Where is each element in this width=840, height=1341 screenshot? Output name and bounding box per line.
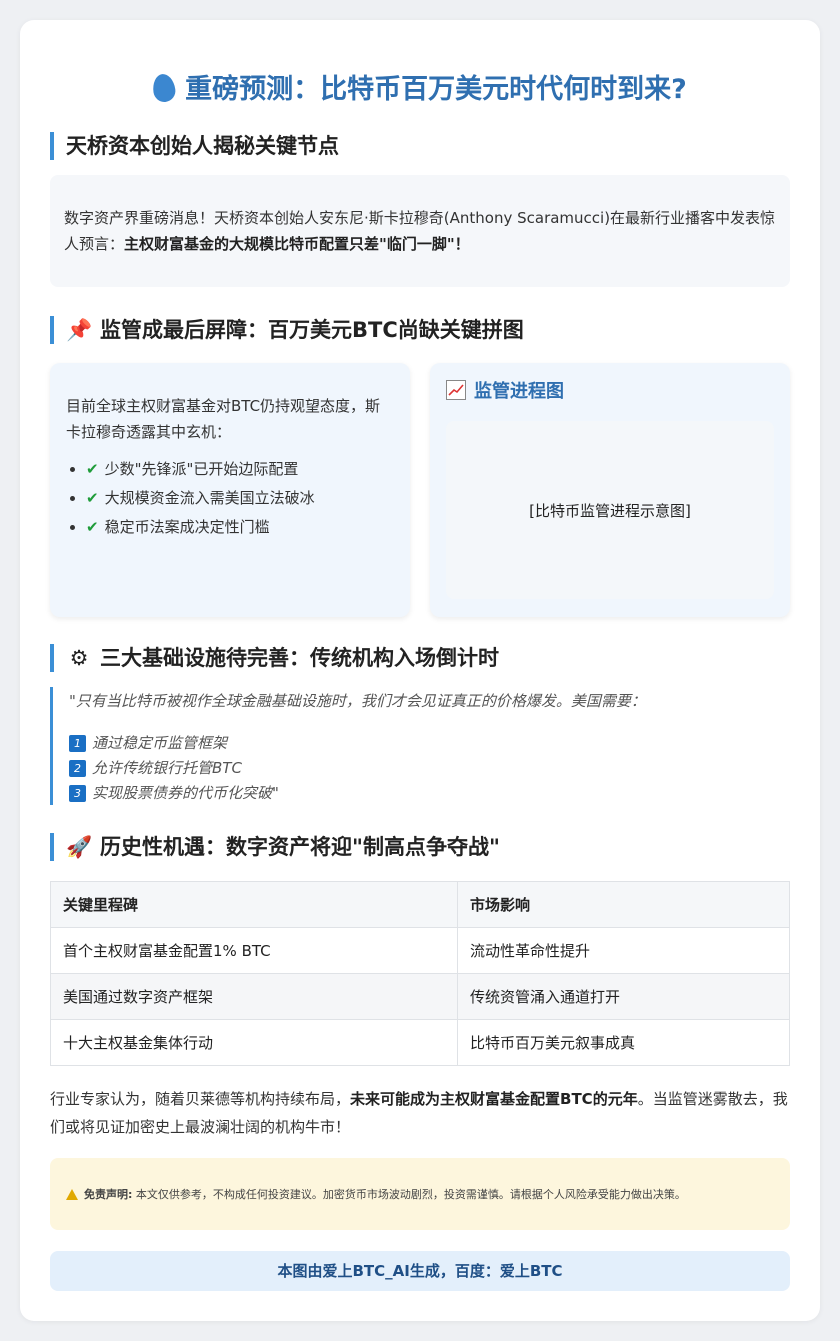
chart-title-text: 监管进程图 [474,381,564,402]
table-row: 首个主权财富基金配置1% BTC 流动性革命性提升 [50,927,790,974]
conclusion-text: 行业专家认为，随着贝莱德等机构持续布局， [50,1090,351,1108]
milestone-table: 关键里程碑 市场影响 首个主权财富基金配置1% BTC 流动性革命性提升 美国通… [50,881,790,1066]
list-item: ✔ 大规模资金流入需美国立法破冰 [86,484,394,513]
flame-icon [151,72,177,104]
footer-banner: 本图由爱上BTC_AI生成，百度：爱上BTC [50,1251,790,1291]
table-cell: 比特币百万美元叙事成真 [457,1019,790,1066]
table-cell: 传统资管涌入通道打开 [457,973,790,1020]
quote-item-text: 允许传统银行托管BTC [92,759,242,777]
quote-text: "只有当比特币被视作全球金融基础设施时，我们才会见证真正的价格爆发。美国需要： [69,692,646,710]
quote-item-text: 实现股票债券的代币化突破" [92,784,279,802]
table-cell: 美国通过数字资产框架 [50,973,458,1020]
table-header-row: 关键里程碑 市场影响 [50,881,790,928]
quote-item: 3 实现股票债券的代币化突破" [69,781,790,806]
section-heading-founder: 天桥资本创始人揭秘关键节点 [50,132,339,160]
check-icon: ✔ [86,518,99,536]
table-row: 美国通过数字资产框架 传统资管涌入通道打开 [50,973,790,1020]
article-card: 重磅预测：比特币百万美元时代何时到来? 天桥资本创始人揭秘关键节点 数字资产界重… [20,20,820,1321]
regulation-text: 目前全球主权财富基金对BTC仍持观望态度，斯卡拉穆奇透露其中玄机： [66,397,381,441]
intro-highlight: 主权财富基金的大规模比特币配置只差"临门一脚"！ [124,235,470,253]
table-cell: 十大主权基金集体行动 [50,1019,458,1066]
quote-block: "只有当比特币被视作全球金融基础设施时，我们才会见证真正的价格爆发。美国需要： … [50,687,790,805]
disclaimer-label: 免责声明: [84,1188,133,1201]
quote-item-text: 通过稳定币监管框架 [92,734,228,752]
check-icon: ✔ [86,460,99,478]
table-cell: 流动性革命性提升 [457,927,790,974]
section-heading-text: 监管成最后屏障：百万美元BTC尚缺关键拼图 [100,318,524,342]
check-icon: ✔ [86,489,99,507]
gear-icon: ⚙ [69,646,89,670]
table-row: 十大主权基金集体行动 比特币百万美元叙事成真 [50,1019,790,1066]
list-item-text: 大规模资金流入需美国立法破冰 [104,489,315,507]
regulation-chart-panel: 监管进程图 [比特币监管进程示意图] [430,363,790,617]
table-cell: 首个主权财富基金配置1% BTC [50,927,458,974]
keycap-1-icon: 1 [69,735,86,752]
quote-item: 2 允许传统银行托管BTC [69,756,790,781]
chart-placeholder-text: [比特币监管进程示意图] [529,501,691,520]
disclaimer-text: 本文仅供参考，不构成任何投资建议。加密货币市场波动剧烈，投资需谨慎。请根据个人风… [135,1188,686,1201]
keycap-3-icon: 3 [69,785,86,802]
list-item: ✔ 稳定币法案成决定性门槛 [86,513,394,542]
disclaimer-box: 免责声明: 本文仅供参考，不构成任何投资建议。加密货币市场波动剧烈，投资需谨慎。… [50,1158,790,1230]
list-item-text: 少数"先锋派"已开始边际配置 [104,460,299,478]
list-item-text: 稳定币法案成决定性门槛 [104,518,270,536]
section-heading-infrastructure: ⚙ 三大基础设施待完善：传统机构入场倒计时 [50,644,499,672]
conclusion-highlight: 未来可能成为主权财富基金配置BTC的元年 [350,1090,638,1108]
chart-increasing-icon [446,380,466,400]
table-header: 市场影响 [457,881,790,928]
regulation-panel: 目前全球主权财富基金对BTC仍持观望态度，斯卡拉穆奇透露其中玄机： ✔ 少数"先锋… [50,363,410,617]
conclusion-paragraph: 行业专家认为，随着贝莱德等机构持续布局，未来可能成为主权财富基金配置BTC的元年… [50,1085,790,1141]
keycap-2-icon: 2 [69,760,86,777]
intro-box: 数字资产界重磅消息！天桥资本创始人安东尼·斯卡拉穆奇(Anthony Scara… [50,175,790,287]
section-heading-regulation: 📌 监管成最后屏障：百万美元BTC尚缺关键拼图 [50,316,524,344]
pushpin-icon: 📌 [66,318,93,342]
rocket-icon: 🚀 [66,835,93,859]
table-header: 关键里程碑 [50,881,458,928]
regulation-list: ✔ 少数"先锋派"已开始边际配置 ✔ 大规模资金流入需美国立法破冰 ✔ 稳定币法案成决… [66,455,394,542]
footer-text: 本图由爱上BTC_AI生成，百度：爱上BTC [277,1262,563,1280]
section-heading-opportunity: 🚀 历史性机遇：数字资产将迎"制高点争夺战" [50,833,500,861]
section-heading-text: 历史性机遇：数字资产将迎"制高点争夺战" [100,835,500,859]
chart-placeholder: [比特币监管进程示意图] [446,421,774,599]
section-heading-text: 三大基础设施待完善：传统机构入场倒计时 [100,646,499,670]
chart-title: 监管进程图 [446,377,774,407]
page-title-text: 重磅预测：比特币百万美元时代何时到来? [185,74,687,105]
page-title: 重磅预测：比特币百万美元时代何时到来? [20,70,820,110]
quote-item: 1 通过稳定币监管框架 [69,731,790,756]
section-heading-text: 天桥资本创始人揭秘关键节点 [66,134,339,158]
list-item: ✔ 少数"先锋派"已开始边际配置 [86,455,394,484]
warning-icon [66,1188,78,1200]
